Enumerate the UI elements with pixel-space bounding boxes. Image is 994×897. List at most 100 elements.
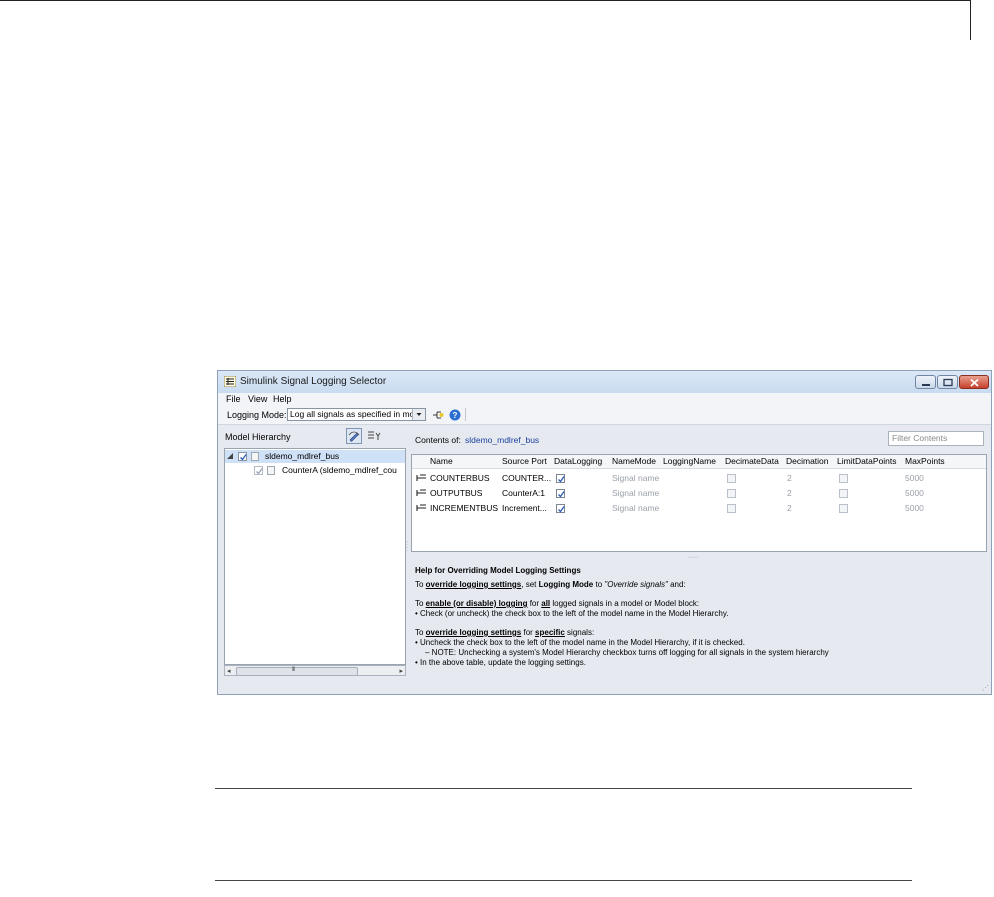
column-header[interactable]: Source Port bbox=[502, 456, 547, 466]
table-cell-source-port[interactable]: CounterA:1 bbox=[502, 488, 545, 498]
checkmark-icon bbox=[240, 454, 247, 461]
filter-contents-input[interactable]: Filter Contents bbox=[888, 431, 984, 446]
help-line-check: • Check (or uncheck) the check box to th… bbox=[415, 609, 729, 618]
close-icon bbox=[970, 378, 979, 387]
signal-logging-app-icon bbox=[224, 376, 236, 387]
toolbar: Logging Mode: Log all signals as specifi… bbox=[218, 405, 991, 425]
checkmark-icon bbox=[558, 506, 565, 513]
page-corner-rule bbox=[970, 0, 971, 40]
logging-mode-label: Logging Mode: bbox=[227, 410, 287, 420]
scroll-thumb[interactable]: III bbox=[236, 667, 358, 676]
decimate-data-checkbox[interactable] bbox=[727, 504, 736, 513]
menu-view[interactable]: View bbox=[248, 393, 267, 405]
column-header[interactable]: Decimation bbox=[786, 456, 829, 466]
checkmark-icon bbox=[558, 476, 565, 483]
table-cell-decimation[interactable]: 2 bbox=[787, 473, 792, 483]
page-rule-lower bbox=[215, 880, 912, 881]
maximize-button[interactable] bbox=[937, 375, 958, 389]
decimate-data-checkbox[interactable] bbox=[727, 489, 736, 498]
table-cell-name[interactable]: OUTPUTBUS bbox=[430, 488, 482, 498]
close-button[interactable] bbox=[959, 375, 989, 389]
page-top-rule bbox=[0, 0, 970, 1]
tree-node-root[interactable]: sldemo_mdlref_bus bbox=[225, 450, 405, 463]
maximize-icon bbox=[943, 378, 953, 387]
column-header[interactable]: DecimateData bbox=[725, 456, 779, 466]
help-line-override: To override logging settings, set Loggin… bbox=[415, 580, 686, 589]
horizontal-scrollbar[interactable]: ◂ III ▸ bbox=[224, 665, 406, 676]
bus-signal-icon bbox=[416, 474, 426, 481]
pane-splitter[interactable]: · · · · bbox=[406, 539, 408, 554]
checkmark-icon bbox=[256, 468, 263, 475]
title-bar[interactable]: Simulink Signal Logging Selector bbox=[218, 371, 991, 393]
page-rule-upper bbox=[215, 788, 912, 789]
model-hierarchy-title: Model Hierarchy bbox=[225, 432, 291, 442]
contents-pane: Contents of: sldemo_mdlref_bus Filter Co… bbox=[411, 425, 989, 695]
table-cell-name[interactable]: INCREMENTBUS bbox=[430, 503, 498, 513]
table-cell-name[interactable]: COUNTERBUS bbox=[430, 473, 490, 483]
bus-signal-icon bbox=[416, 489, 426, 496]
toolbar-separator bbox=[465, 408, 466, 421]
column-header[interactable]: Name bbox=[430, 456, 453, 466]
model-icon bbox=[251, 452, 259, 461]
column-header[interactable]: LoggingName bbox=[663, 456, 716, 466]
table-cell-source-port[interactable]: Increment... bbox=[502, 503, 547, 513]
table-cell-logging-name[interactable]: Signal name bbox=[612, 473, 659, 483]
table-cell-logging-name[interactable]: Signal name bbox=[612, 488, 659, 498]
limit-data-points-checkbox[interactable] bbox=[839, 504, 848, 513]
limit-data-points-checkbox[interactable] bbox=[839, 489, 848, 498]
table-cell-logging-name[interactable]: Signal name bbox=[612, 503, 659, 513]
contents-of-label: Contents of: bbox=[415, 435, 461, 445]
column-header[interactable]: LimitDataPoints bbox=[837, 456, 897, 466]
model-hierarchy-pane: Model Hierarchy sldemo_mdlref_bus Counte… bbox=[221, 425, 406, 676]
show-all-button[interactable] bbox=[346, 428, 362, 444]
help-line-specific: To override logging settings for specifi… bbox=[415, 628, 595, 637]
tree-child-label: CounterA (sldemo_mdlref_cou bbox=[282, 465, 397, 475]
tree-root-checkbox[interactable] bbox=[238, 452, 247, 461]
data-logging-checkbox[interactable] bbox=[556, 489, 565, 498]
column-header[interactable]: MaxPoints bbox=[905, 456, 945, 466]
tree-child-checkbox[interactable] bbox=[254, 466, 263, 475]
menu-help[interactable]: Help bbox=[273, 393, 292, 405]
contents-model-link[interactable]: sldemo_mdlref_bus bbox=[465, 435, 539, 445]
table-cell-source-port[interactable]: COUNTER... bbox=[502, 473, 551, 483]
bus-signal-icon bbox=[416, 504, 426, 511]
signals-table: Name Source Port DataLogging NameMode Lo… bbox=[411, 454, 987, 552]
help-heading: Help for Overriding Model Logging Settin… bbox=[415, 566, 581, 575]
logging-mode-dropdown[interactable]: Log all signals as specified in model bbox=[287, 408, 426, 421]
help-line-note: – NOTE: Unchecking a system's Model Hier… bbox=[425, 648, 829, 657]
filter-hierarchy-icon[interactable] bbox=[366, 428, 382, 444]
scroll-left-icon[interactable]: ◂ bbox=[227, 667, 231, 675]
pencil-link-icon bbox=[348, 431, 360, 442]
table-resize-grip[interactable]: ····· bbox=[687, 554, 699, 561]
table-cell-decimation[interactable]: 2 bbox=[787, 488, 792, 498]
logging-mode-value: Log all signals as specified in model bbox=[290, 409, 426, 419]
table-cell-max-points[interactable]: 5000 bbox=[905, 488, 924, 498]
expand-triangle-icon[interactable] bbox=[227, 453, 234, 460]
svg-text:?: ? bbox=[453, 411, 458, 420]
table-cell-decimation[interactable]: 2 bbox=[787, 503, 792, 513]
decimate-data-checkbox[interactable] bbox=[727, 474, 736, 483]
chevron-down-icon[interactable] bbox=[412, 409, 425, 420]
signal-logging-selector-window: Simulink Signal Logging Selector File Vi… bbox=[217, 370, 992, 695]
checkmark-icon bbox=[558, 491, 565, 498]
menu-file[interactable]: File bbox=[226, 393, 241, 405]
data-logging-checkbox[interactable] bbox=[556, 504, 565, 513]
column-header[interactable]: NameMode bbox=[612, 456, 656, 466]
scroll-right-icon[interactable]: ▸ bbox=[399, 667, 403, 675]
window-resize-grip[interactable]: ⋰ bbox=[982, 684, 989, 692]
help-line-enable: To enable (or disable) logging for all l… bbox=[415, 599, 700, 608]
minimize-button[interactable] bbox=[915, 375, 936, 389]
menu-bar: File View Help bbox=[218, 393, 991, 405]
help-line-table: • In the above table, update the logging… bbox=[415, 658, 586, 667]
help-icon[interactable]: ? bbox=[449, 409, 461, 421]
minimize-icon bbox=[922, 384, 930, 386]
limit-data-points-checkbox[interactable] bbox=[839, 474, 848, 483]
table-cell-max-points[interactable]: 5000 bbox=[905, 503, 924, 513]
window-title: Simulink Signal Logging Selector bbox=[240, 376, 387, 387]
table-cell-max-points[interactable]: 5000 bbox=[905, 473, 924, 483]
model-hierarchy-tree: sldemo_mdlref_bus CounterA (sldemo_mdlre… bbox=[224, 448, 406, 665]
data-logging-checkbox[interactable] bbox=[556, 474, 565, 483]
tree-node-child[interactable]: CounterA (sldemo_mdlref_cou bbox=[225, 464, 405, 477]
column-header[interactable]: DataLogging bbox=[554, 456, 602, 466]
highlight-signals-icon[interactable] bbox=[432, 409, 444, 421]
